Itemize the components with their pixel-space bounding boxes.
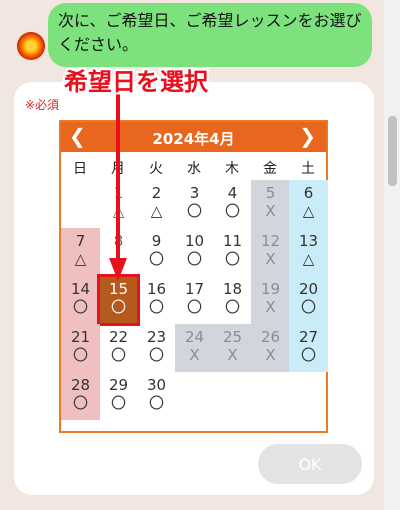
arrow-head [109,258,127,281]
annotation-label: 希望日を選択 [64,68,208,96]
